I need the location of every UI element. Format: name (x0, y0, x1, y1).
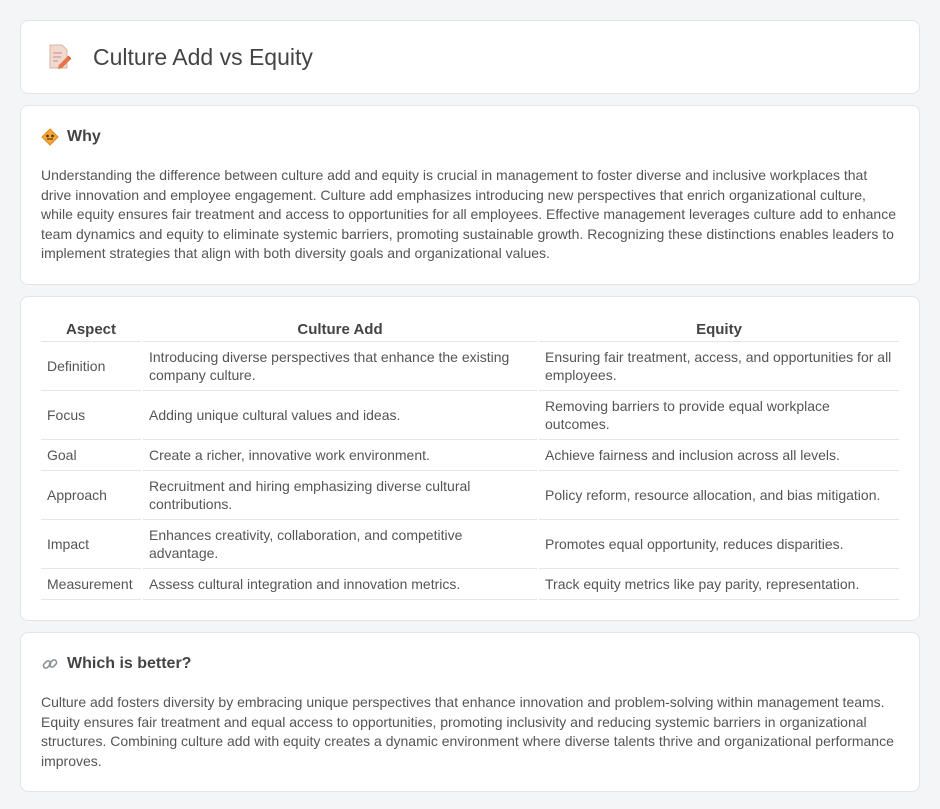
why-heading-text: Why (67, 128, 101, 145)
equity-cell: Policy reform, resource allocation, and … (537, 470, 899, 520)
why-text: Understanding the difference between cul… (41, 167, 897, 262)
aspect-cell: Approach (41, 470, 142, 520)
table-row: Definition Introducing diverse perspecti… (41, 341, 899, 391)
table-header-row: Aspect Culture Add Equity (41, 316, 899, 342)
why-heading: Why (41, 128, 899, 146)
equity-cell: Achieve fairness and inclusion across al… (537, 439, 899, 471)
culture-add-cell: Enhances creativity, collaboration, and … (141, 519, 538, 569)
header-equity: Equity (537, 316, 899, 342)
better-heading-text: Which is better? (67, 654, 192, 672)
table-row: Goal Create a richer, innovative work en… (41, 439, 899, 471)
why-section: Why Understanding the difference between… (20, 105, 920, 285)
table-row: Focus Adding unique cultural values and … (41, 390, 899, 440)
culture-add-cell: Create a richer, innovative work environ… (141, 439, 538, 471)
table-row: Approach Recruitment and hiring emphasiz… (41, 470, 899, 520)
better-text: Culture add fosters diversity by embraci… (41, 693, 894, 769)
equity-cell: Ensuring fair treatment, access, and opp… (537, 341, 899, 391)
aspect-cell: Impact (41, 519, 142, 569)
aspect-cell: Goal (41, 439, 142, 471)
better-heading: Which is better? (41, 655, 899, 673)
header-aspect: Aspect (41, 316, 142, 342)
header-culture-add: Culture Add (141, 316, 538, 342)
document-pencil-icon (49, 44, 71, 69)
culture-add-cell: Introducing diverse perspectives that en… (141, 341, 538, 391)
page-title: Culture Add vs Equity (93, 43, 313, 70)
comparison-table-card: Aspect Culture Add Equity Definition Int… (20, 295, 920, 621)
warning-diamond-icon (41, 128, 59, 146)
culture-add-cell: Adding unique cultural values and ideas. (141, 390, 538, 440)
table-row: Impact Enhances creativity, collaboratio… (41, 519, 899, 569)
aspect-cell: Measurement (41, 568, 142, 600)
comparison-table: Aspect Culture Add Equity Definition Int… (41, 316, 899, 600)
header-card: Culture Add vs Equity (20, 20, 920, 94)
equity-cell: Promotes equal opportunity, reduces disp… (537, 519, 899, 569)
equity-cell: Removing barriers to provide equal workp… (537, 390, 899, 440)
table-row: Measurement Assess cultural integration … (41, 568, 899, 600)
aspect-cell: Definition (41, 341, 142, 391)
aspect-cell: Focus (41, 390, 142, 440)
which-is-better-section: Which is better? Culture add fosters div… (20, 631, 920, 793)
culture-add-cell: Recruitment and hiring emphasizing diver… (141, 470, 538, 520)
equity-cell: Track equity metrics like pay parity, re… (537, 568, 899, 600)
link-icon (42, 659, 58, 669)
culture-add-cell: Assess cultural integration and innovati… (141, 568, 538, 600)
